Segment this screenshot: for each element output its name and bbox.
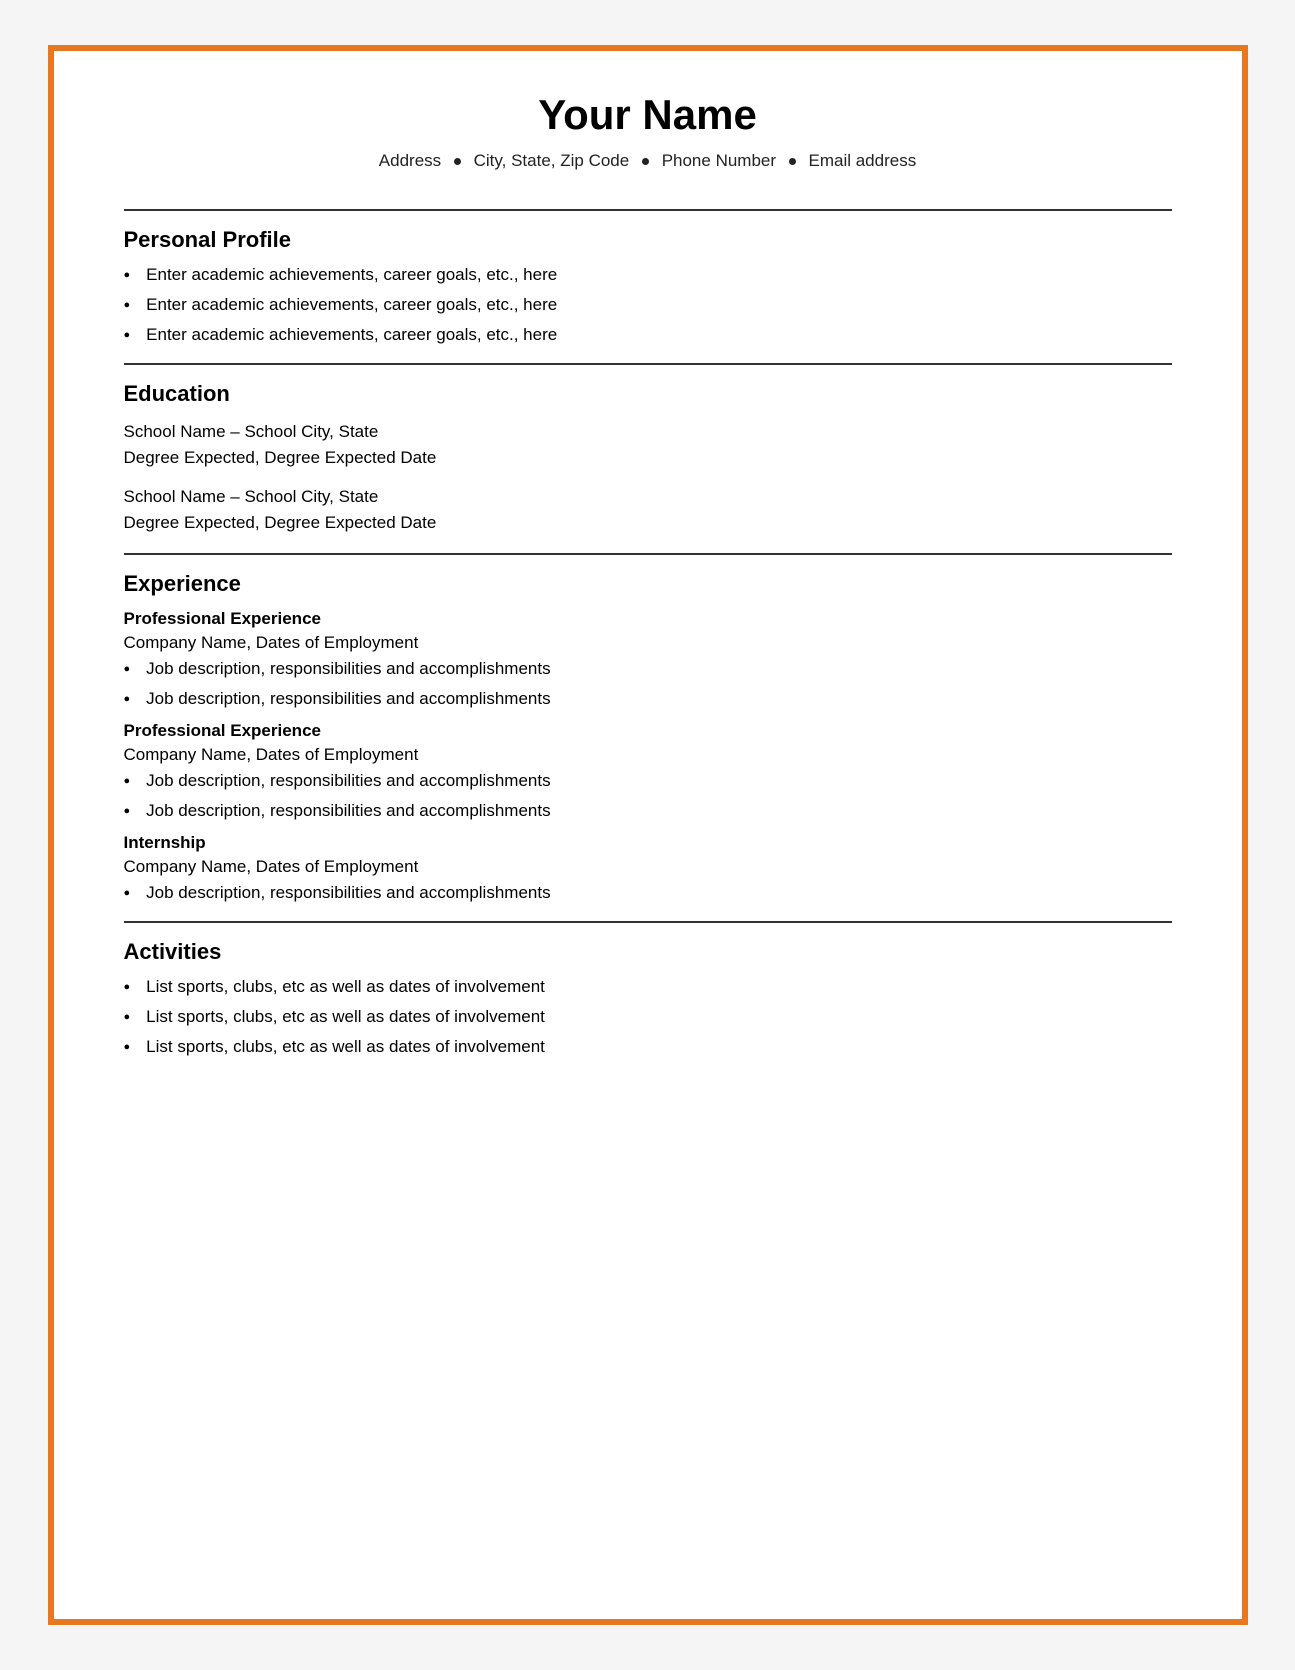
list-item: List sports, clubs, etc as well as dates… xyxy=(124,977,1172,997)
resume-header: Your Name Address City, State, Zip Code … xyxy=(124,91,1172,191)
personal-profile-title: Personal Profile xyxy=(124,227,1172,253)
list-item: Enter academic achievements, career goal… xyxy=(124,295,1172,315)
degree-2: Degree Expected, Degree Expected Date xyxy=(124,510,1172,536)
resume-container: Your Name Address City, State, Zip Code … xyxy=(48,45,1248,1625)
personal-profile-section: Personal Profile Enter academic achievem… xyxy=(124,227,1172,345)
address-text: Address xyxy=(379,151,441,170)
city-text: City, State, Zip Code xyxy=(474,151,630,170)
resume-name: Your Name xyxy=(124,91,1172,139)
experience-section: Experience Professional Experience Compa… xyxy=(124,571,1172,903)
dot-1 xyxy=(454,158,461,165)
divider-activities xyxy=(124,921,1172,923)
job-company-2: Company Name, Dates of Employment xyxy=(124,745,1172,765)
list-item: List sports, clubs, etc as well as dates… xyxy=(124,1037,1172,1057)
resume-contact: Address City, State, Zip Code Phone Numb… xyxy=(124,151,1172,171)
list-item: Job description, responsibilities and ac… xyxy=(124,659,1172,679)
job-subtitle-1: Professional Experience xyxy=(124,609,1172,629)
degree-1: Degree Expected, Degree Expected Date xyxy=(124,445,1172,471)
email-text: Email address xyxy=(809,151,917,170)
dot-3 xyxy=(789,158,796,165)
job-company-1: Company Name, Dates of Employment xyxy=(124,633,1172,653)
phone-text: Phone Number xyxy=(662,151,776,170)
education-entry-1: School Name – School City, State Degree … xyxy=(124,419,1172,470)
list-item: Job description, responsibilities and ac… xyxy=(124,689,1172,709)
job-bullets-3: Job description, responsibilities and ac… xyxy=(124,883,1172,903)
school-name-2: School Name – School City, State xyxy=(124,484,1172,510)
list-item: Enter academic achievements, career goal… xyxy=(124,265,1172,285)
activities-section: Activities List sports, clubs, etc as we… xyxy=(124,939,1172,1057)
list-item: Enter academic achievements, career goal… xyxy=(124,325,1172,345)
job-subtitle-3: Internship xyxy=(124,833,1172,853)
experience-title: Experience xyxy=(124,571,1172,597)
divider-education xyxy=(124,363,1172,365)
list-item: List sports, clubs, etc as well as dates… xyxy=(124,1007,1172,1027)
education-title: Education xyxy=(124,381,1172,407)
job-bullets-1: Job description, responsibilities and ac… xyxy=(124,659,1172,709)
list-item: Job description, responsibilities and ac… xyxy=(124,771,1172,791)
dot-2 xyxy=(642,158,649,165)
divider-profile xyxy=(124,209,1172,211)
activities-title: Activities xyxy=(124,939,1172,965)
list-item: Job description, responsibilities and ac… xyxy=(124,801,1172,821)
divider-experience xyxy=(124,553,1172,555)
education-section: Education School Name – School City, Sta… xyxy=(124,381,1172,535)
job-company-3: Company Name, Dates of Employment xyxy=(124,857,1172,877)
job-subtitle-2: Professional Experience xyxy=(124,721,1172,741)
education-entry-2: School Name – School City, State Degree … xyxy=(124,484,1172,535)
activities-list: List sports, clubs, etc as well as dates… xyxy=(124,977,1172,1057)
list-item: Job description, responsibilities and ac… xyxy=(124,883,1172,903)
school-name-1: School Name – School City, State xyxy=(124,419,1172,445)
personal-profile-list: Enter academic achievements, career goal… xyxy=(124,265,1172,345)
job-bullets-2: Job description, responsibilities and ac… xyxy=(124,771,1172,821)
